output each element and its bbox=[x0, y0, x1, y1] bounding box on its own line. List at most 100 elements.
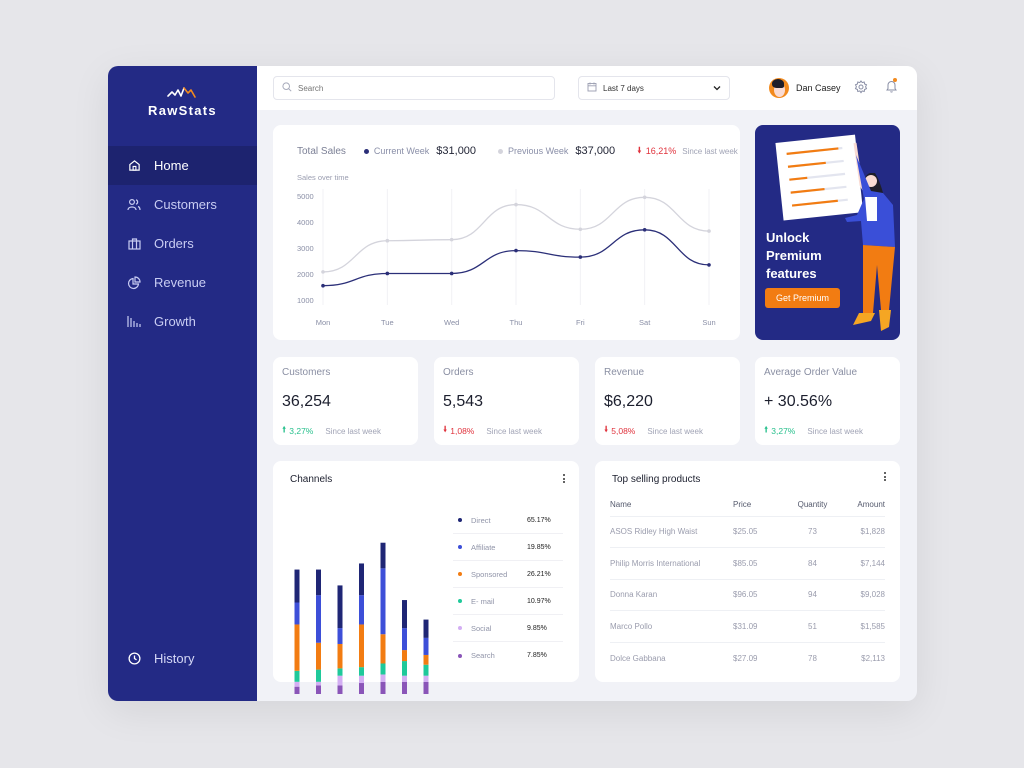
product-price: $31.09 bbox=[733, 610, 785, 643]
x-tick-label: Wed bbox=[444, 318, 459, 327]
sidebar-item-home[interactable]: Home bbox=[108, 146, 257, 185]
search-box[interactable] bbox=[273, 76, 555, 100]
sidebar-item-revenue[interactable]: Revenue bbox=[108, 263, 257, 302]
data-point-previous-week bbox=[449, 237, 454, 242]
products-title: Top selling products bbox=[612, 474, 701, 485]
legend-name: Social bbox=[471, 623, 492, 633]
legend-item-affiliate: Affiliate 19.85% bbox=[453, 534, 563, 561]
bar-segment-sponsored bbox=[380, 634, 386, 664]
stat-change: 5,08% bbox=[611, 426, 636, 436]
notification-bell-icon[interactable] bbox=[885, 78, 898, 99]
legend-item-search: Search 7.85% bbox=[453, 642, 563, 669]
more-options-icon[interactable] bbox=[561, 473, 567, 487]
stat-delta: 🠙 3,27% Since last week bbox=[764, 424, 863, 438]
table-row[interactable]: Philip Morris International $85.05 84 $7… bbox=[610, 547, 885, 580]
avatar bbox=[769, 78, 789, 98]
legend-dot bbox=[458, 572, 462, 576]
legend-name: E- mail bbox=[471, 596, 495, 606]
get-premium-button[interactable]: Get Premium bbox=[765, 288, 840, 308]
stat-change: 1,08% bbox=[450, 426, 475, 436]
bar-segment-email bbox=[337, 668, 343, 676]
product-name: Philip Morris International bbox=[610, 547, 733, 580]
sales-line-chart: Mon Tue Wed Thu Fri Sat Sun 1000 2000 3000 4000 500… bbox=[297, 189, 716, 327]
bar-segment-email bbox=[316, 669, 321, 682]
legend-dot bbox=[458, 599, 462, 603]
search-icon bbox=[282, 79, 292, 97]
user-menu[interactable]: Dan Casey bbox=[769, 76, 841, 100]
legend-item-social: Social 9.85% bbox=[453, 615, 563, 642]
table-row[interactable]: Marco Pollo $31.09 51 $1,585 bbox=[610, 610, 885, 643]
search-input[interactable] bbox=[298, 83, 538, 93]
stat-value: 5,543 bbox=[443, 393, 484, 410]
top-products-card: Top selling products Name Price Quantity… bbox=[595, 461, 900, 682]
product-quantity: 73 bbox=[785, 516, 840, 548]
bar-segment-social bbox=[359, 675, 364, 684]
bar-segment-email bbox=[402, 661, 407, 676]
bar-segment-search bbox=[423, 681, 429, 694]
bar-segment-direct bbox=[337, 585, 343, 629]
more-options-icon[interactable] bbox=[882, 471, 888, 485]
data-point-previous-week bbox=[578, 227, 583, 232]
sidebar-item-label: Orders bbox=[154, 236, 194, 251]
stat-label: Average Order Value bbox=[764, 367, 858, 378]
sidebar-item-orders[interactable]: Orders bbox=[108, 224, 257, 263]
bar-segment-search bbox=[402, 681, 407, 694]
sidebar-bottom: History bbox=[108, 639, 257, 678]
product-amount: $2,113 bbox=[861, 653, 885, 663]
stat-delta: 🠛 1,08% Since last week bbox=[443, 424, 542, 438]
bar-segment-affiliate bbox=[380, 568, 386, 635]
data-point-previous-week bbox=[385, 238, 390, 243]
sidebar-item-history[interactable]: History bbox=[108, 639, 257, 678]
stat-label: Orders bbox=[443, 367, 474, 378]
sidebar-item-growth[interactable]: Growth bbox=[108, 302, 257, 341]
x-tick-label: Tue bbox=[381, 318, 394, 327]
bar-segment-affiliate bbox=[337, 628, 343, 644]
sidebar-item-label: Revenue bbox=[154, 275, 207, 290]
bar-segment-affiliate bbox=[294, 602, 300, 625]
bar-segment-social bbox=[402, 675, 407, 682]
app-window: RawStats Home Customers Orders Revenue G… bbox=[108, 66, 917, 701]
bar-segment-affiliate bbox=[316, 595, 321, 643]
column-header-amount[interactable]: Amount bbox=[840, 494, 885, 517]
column-header-name[interactable]: Name bbox=[610, 494, 733, 517]
bar-segment-social bbox=[380, 674, 386, 682]
bar-segment-affiliate bbox=[402, 628, 407, 651]
bar-segment-email bbox=[380, 663, 386, 675]
stat-label: Revenue bbox=[604, 367, 645, 378]
sidebar-item-label: Customers bbox=[154, 197, 217, 212]
stat-card-revenue: Revenue $6,220 🠛 5,08% Since last week bbox=[595, 357, 740, 445]
table-row[interactable]: ASOS Ridley High Waist $25.05 73 $1,828 bbox=[610, 516, 885, 548]
user-name: Dan Casey bbox=[796, 83, 841, 93]
bar-segment-social bbox=[423, 675, 429, 682]
product-quantity: 78 bbox=[808, 653, 817, 663]
bar-segment-email bbox=[359, 667, 364, 676]
stat-card-orders: Orders 5,543 🠛 1,08% Since last week bbox=[434, 357, 579, 445]
sidebar-item-label: Home bbox=[154, 158, 189, 173]
data-point-current-week bbox=[707, 263, 711, 267]
column-header-price[interactable]: Price bbox=[733, 494, 785, 517]
stat-delta: 🠙 3,27% Since last week bbox=[282, 424, 381, 438]
chevron-down-icon bbox=[713, 84, 721, 93]
data-point-current-week bbox=[321, 283, 325, 288]
gear-icon[interactable] bbox=[854, 80, 868, 99]
date-range-select[interactable]: Last 7 days bbox=[578, 76, 730, 100]
sidebar-item-customers[interactable]: Customers bbox=[108, 185, 257, 224]
product-name: Marco Pollo bbox=[610, 610, 733, 643]
channels-card: Channels Mon Tue Wed Thu Fri Sat Sun Direct 65… bbox=[273, 461, 579, 694]
sidebar-nav: Home Customers Orders Revenue Growth bbox=[108, 146, 257, 341]
promo-line-2: Premium bbox=[766, 248, 822, 263]
promo-headline: Unlock Premium features bbox=[766, 229, 846, 283]
bar-segment-affiliate bbox=[423, 637, 429, 655]
briefcase-icon bbox=[126, 236, 142, 252]
product-quantity: 94 bbox=[785, 579, 840, 611]
table-row[interactable]: Dolce Gabbana $27.09 78 $2,113 bbox=[610, 642, 885, 674]
bar-segment-sponsored bbox=[423, 654, 429, 665]
column-header-quantity[interactable]: Quantity bbox=[785, 494, 840, 517]
table-row[interactable]: Donna Karan $96.05 94 $9,028 bbox=[610, 579, 885, 611]
since-label: Since last week bbox=[647, 426, 703, 436]
arrow-down-icon: 🠛 bbox=[443, 424, 448, 434]
channels-bar-chart: Mon Tue Wed Thu Fri Sat Sun bbox=[294, 542, 429, 694]
data-point-current-week bbox=[385, 271, 390, 276]
legend-pct: 26.21% bbox=[527, 570, 551, 578]
product-price: $27.09 bbox=[733, 653, 758, 663]
